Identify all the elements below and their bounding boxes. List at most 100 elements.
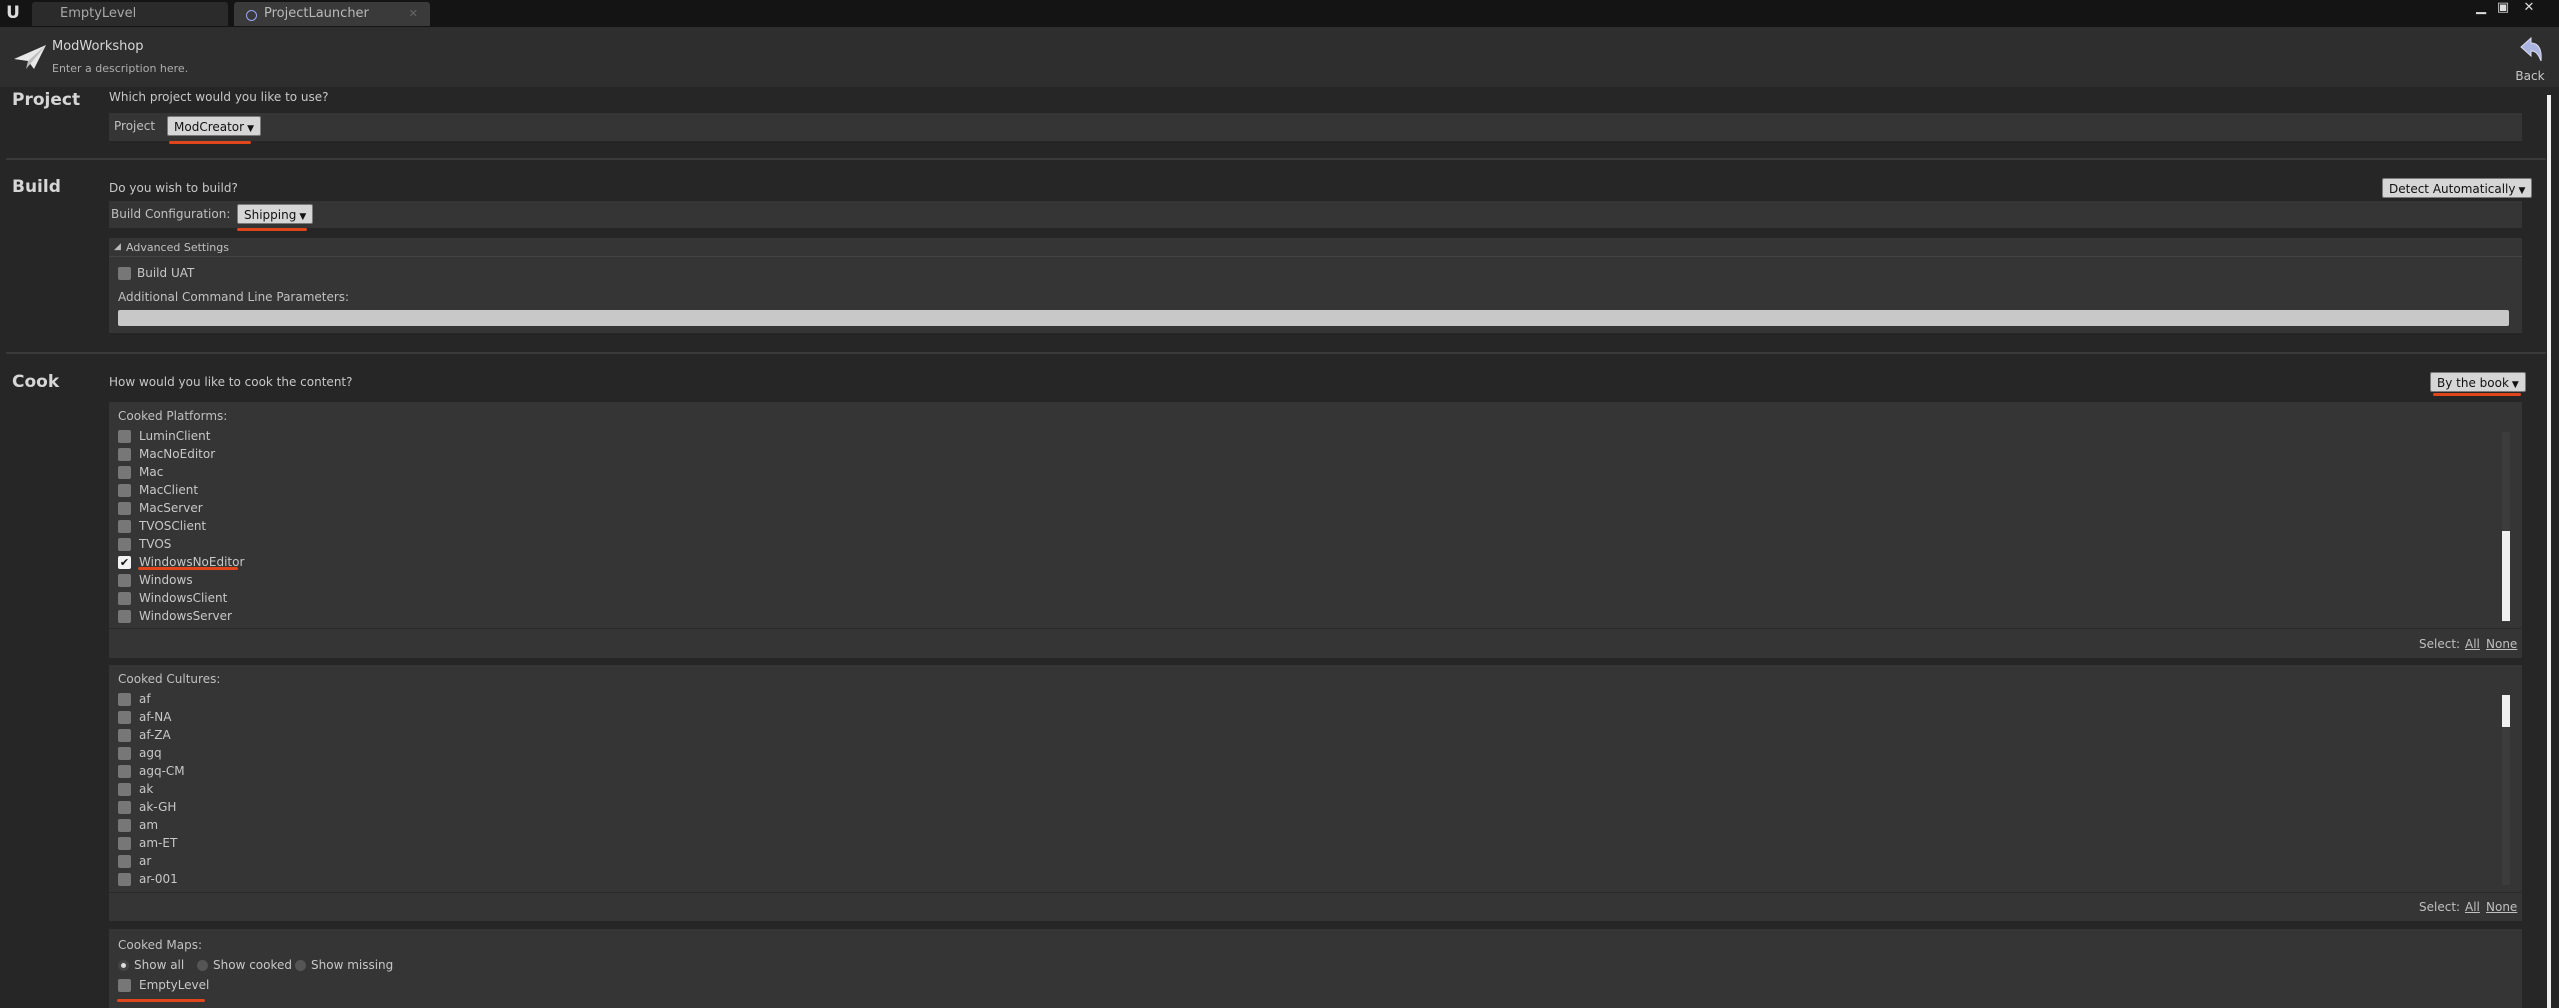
list-item[interactable]: af-ZA	[109, 726, 709, 744]
item-checkbox[interactable]	[118, 448, 131, 461]
cooked-platforms-label: Cooked Platforms:	[118, 409, 228, 423]
list-item[interactable]: Windows	[109, 571, 709, 589]
item-checkbox[interactable]	[118, 711, 131, 724]
cmdline-input[interactable]	[118, 310, 2509, 326]
build-mode-value: Detect Automatically	[2389, 182, 2516, 196]
list-item[interactable]: ak	[109, 780, 709, 798]
build-uat-checkbox[interactable]	[118, 267, 131, 280]
list-item[interactable]: agq	[109, 744, 709, 762]
select-all-link[interactable]: All	[2465, 637, 2480, 651]
profile-description[interactable]: Enter a description here.	[52, 62, 188, 75]
item-checkbox[interactable]	[118, 520, 131, 533]
minimize-icon[interactable]: ▁	[2470, 0, 2492, 16]
build-mode-combo[interactable]: Detect Automatically ▼	[2382, 178, 2533, 198]
list-item[interactable]: ar	[109, 852, 709, 870]
item-checkbox[interactable]	[118, 819, 131, 832]
list-item[interactable]: MacNoEditor	[109, 445, 709, 463]
map-filter-label: Show cooked	[213, 958, 292, 972]
project-combo-value: ModCreator	[174, 120, 245, 134]
cooked-cultures-label: Cooked Cultures:	[118, 672, 221, 686]
list-item[interactable]: agq-CM	[109, 762, 709, 780]
back-button[interactable]: Back	[2500, 33, 2559, 83]
map-filter-option[interactable]: Show missing	[295, 957, 395, 973]
section-title-cook: Cook	[12, 372, 60, 392]
tab-projectlauncher[interactable]: ProjectLauncher ✕	[234, 2, 430, 26]
list-item[interactable]: TVOS	[109, 535, 709, 553]
tab-label: EmptyLevel	[60, 6, 137, 21]
item-label: Mac	[139, 465, 164, 479]
highlight-underline	[117, 999, 205, 1002]
map-filter-option[interactable]: Show cooked	[197, 957, 297, 973]
scrollbar-thumb[interactable]	[2502, 531, 2510, 621]
collapse-arrow-icon[interactable]: ◢	[114, 242, 121, 252]
radio-icon[interactable]	[118, 960, 129, 971]
list-item[interactable]: MacClient	[109, 481, 709, 499]
item-checkbox[interactable]	[118, 538, 131, 551]
item-checkbox[interactable]: ✔	[118, 556, 131, 569]
map-item[interactable]: EmptyLevel	[109, 976, 409, 994]
divider	[6, 158, 2546, 160]
cooked-cultures-panel: Cooked Cultures: af af-NA af-ZA agq agq-CM ak…	[109, 665, 2522, 921]
item-checkbox[interactable]	[118, 855, 131, 868]
unreal-logo-icon[interactable]: U	[2, 2, 24, 24]
platform-scrollbar[interactable]	[2502, 432, 2510, 622]
item-checkbox[interactable]	[118, 873, 131, 886]
tab-emptylevel[interactable]: EmptyLevel	[32, 2, 228, 26]
close-window-icon[interactable]: ✕	[2518, 0, 2540, 16]
item-checkbox[interactable]	[118, 502, 131, 515]
project-combo[interactable]: ModCreator ▼	[167, 116, 261, 136]
select-none-link[interactable]: None	[2486, 637, 2517, 651]
title-bar: U EmptyLevel ProjectLauncher ✕ ▁ ▣ ✕	[0, 0, 2559, 27]
item-checkbox[interactable]	[118, 747, 131, 760]
item-checkbox[interactable]	[118, 837, 131, 850]
item-checkbox[interactable]	[118, 592, 131, 605]
item-checkbox[interactable]	[118, 693, 131, 706]
list-item[interactable]: MacServer	[109, 499, 709, 517]
item-label: ak	[139, 782, 154, 796]
list-item[interactable]: WindowsClient	[109, 589, 709, 607]
item-label: TVOS	[139, 537, 172, 551]
list-item[interactable]: LuminClient	[109, 427, 709, 445]
item-label: agq-CM	[139, 764, 185, 778]
list-item[interactable]: ak-GH	[109, 798, 709, 816]
item-checkbox[interactable]	[118, 729, 131, 742]
maximize-icon[interactable]: ▣	[2492, 0, 2514, 16]
section-title-build: Build	[12, 177, 61, 197]
project-question: Which project would you like to use?	[109, 90, 329, 104]
item-label: LuminClient	[139, 429, 211, 443]
list-item[interactable]: af	[109, 690, 709, 708]
radio-icon[interactable]	[295, 960, 306, 971]
item-checkbox[interactable]	[118, 484, 131, 497]
radio-icon[interactable]	[197, 960, 208, 971]
build-config-combo[interactable]: Shipping ▼	[237, 204, 314, 224]
cook-mode-combo[interactable]: By the book ▼	[2430, 372, 2526, 392]
advanced-settings-label[interactable]: Advanced Settings	[126, 241, 229, 254]
item-label: af	[139, 692, 151, 706]
item-checkbox[interactable]	[118, 765, 131, 778]
item-checkbox[interactable]	[118, 783, 131, 796]
select-none-link[interactable]: None	[2486, 900, 2517, 914]
list-item[interactable]: Mac	[109, 463, 709, 481]
list-item[interactable]: WindowsServer	[109, 607, 709, 625]
chevron-down-icon: ▼	[2511, 380, 2519, 390]
list-item[interactable]: TVOSClient	[109, 517, 709, 535]
select-all-link[interactable]: All	[2465, 900, 2480, 914]
culture-scrollbar[interactable]	[2502, 695, 2510, 885]
cooked-maps-label: Cooked Maps:	[118, 938, 203, 952]
highlight-underline	[138, 567, 238, 570]
item-checkbox[interactable]	[118, 610, 131, 623]
item-checkbox[interactable]	[118, 430, 131, 443]
item-checkbox[interactable]	[118, 801, 131, 814]
map-checkbox[interactable]	[118, 979, 131, 992]
list-item[interactable]: am-ET	[109, 834, 709, 852]
main-scrollbar[interactable]	[2547, 95, 2551, 1008]
list-item[interactable]: ar-001	[109, 870, 709, 888]
list-item[interactable]: af-NA	[109, 708, 709, 726]
item-checkbox[interactable]	[118, 466, 131, 479]
profile-name[interactable]: ModWorkshop	[52, 39, 144, 54]
scrollbar-thumb[interactable]	[2502, 695, 2510, 727]
list-item[interactable]: am	[109, 816, 709, 834]
item-checkbox[interactable]	[118, 574, 131, 587]
item-label: ar	[139, 854, 152, 868]
close-icon[interactable]: ✕	[409, 2, 418, 26]
